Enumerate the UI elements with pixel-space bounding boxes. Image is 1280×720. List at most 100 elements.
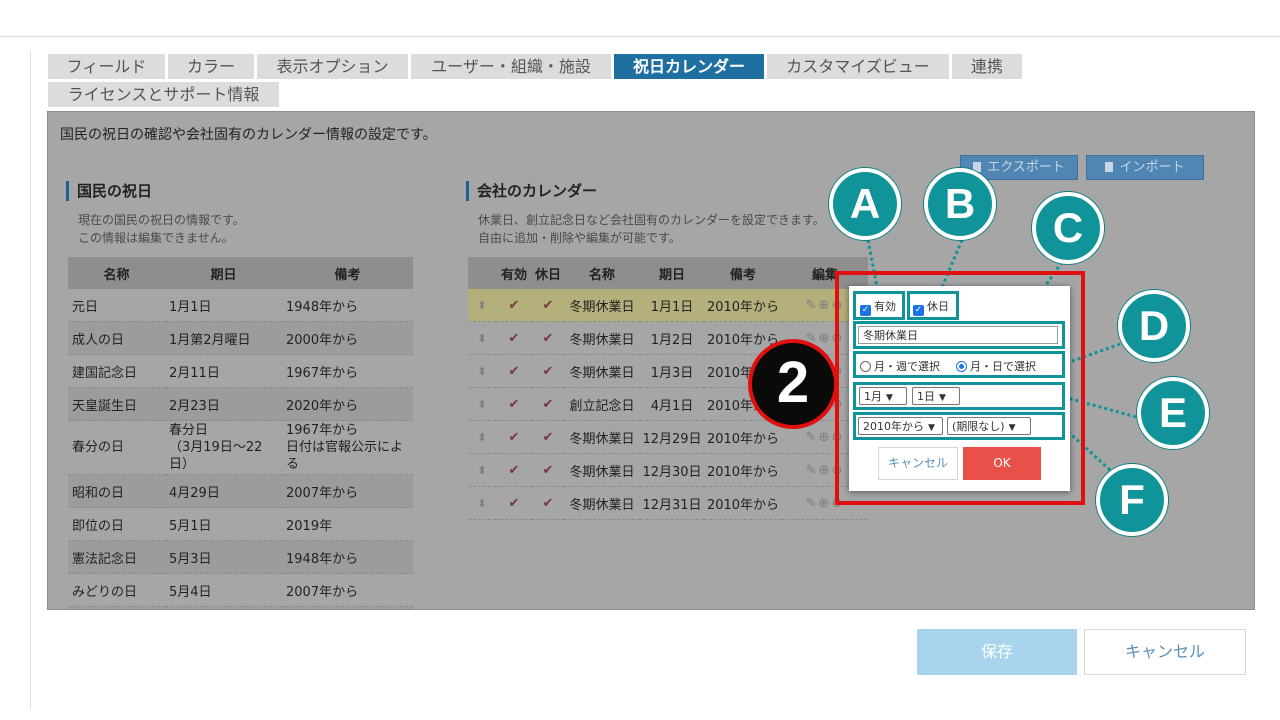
callout-d: D bbox=[1118, 290, 1190, 362]
holiday-date-cell: 2月23日 bbox=[165, 387, 282, 421]
holiday-date-cell: 春分日 （3月19日～22日） bbox=[165, 420, 282, 475]
drag-handle-icon[interactable]: ⬍ bbox=[468, 354, 496, 388]
holiday-check-icon: ✔ bbox=[532, 289, 564, 322]
calendar-name-cell: 冬期休業日 bbox=[564, 354, 640, 388]
tab-integration[interactable]: 連携 bbox=[952, 54, 1022, 79]
table-row: 春分の日 春分日 （3月19日～22日） 1967年から 日付は官報公示による bbox=[68, 420, 413, 475]
callout-box-c bbox=[853, 321, 1065, 349]
holiday-name-cell: 憲法記念日 bbox=[68, 540, 165, 574]
top-divider bbox=[0, 36, 1280, 37]
drag-handle-icon[interactable]: ⬍ bbox=[468, 289, 496, 322]
col-header-holiday: 休日 bbox=[532, 257, 564, 289]
holiday-date-cell: 5月4日 bbox=[165, 573, 282, 607]
holiday-name-cell: 天皇誕生日 bbox=[68, 387, 165, 421]
table-row: ⬍ ✔ ✔ 冬期休業日 12月31日 2010年から ✎⊕⊖ bbox=[468, 486, 868, 520]
calendar-name-cell: 冬期休業日 bbox=[564, 321, 640, 355]
holiday-name-cell: こどもの日 bbox=[68, 606, 165, 609]
col-header-enabled: 有効 bbox=[496, 257, 532, 289]
holiday-date-cell: 5月5日 bbox=[165, 606, 282, 609]
holiday-name-cell: 昭和の日 bbox=[68, 474, 165, 508]
import-icon bbox=[1105, 162, 1114, 172]
enabled-check-icon: ✔ bbox=[496, 486, 532, 520]
calendar-date-cell: 12月31日 bbox=[640, 486, 704, 520]
calendar-note-cell: 2010年から bbox=[704, 289, 782, 322]
holiday-note-cell: 1967年から 日付は官報公示による bbox=[282, 420, 413, 475]
enabled-check-icon: ✔ bbox=[496, 453, 532, 487]
calendar-date-cell: 12月30日 bbox=[640, 453, 704, 487]
holiday-note-cell: 2000年から bbox=[282, 321, 413, 355]
col-header-note: 備考 bbox=[282, 257, 413, 289]
holiday-date-cell: 1月1日 bbox=[165, 289, 282, 322]
tab-color[interactable]: カラー bbox=[168, 54, 254, 79]
import-button[interactable]: インポート bbox=[1086, 155, 1204, 180]
holiday-check-icon: ✔ bbox=[532, 420, 564, 454]
callout-box-e bbox=[853, 382, 1065, 410]
table-row: ⬍ ✔ ✔ 冬期休業日 12月30日 2010年から ✎⊕⊖ bbox=[468, 453, 868, 487]
callout-box-d bbox=[853, 351, 1065, 378]
holiday-note-cell: 2007年から bbox=[282, 474, 413, 508]
enabled-check-icon: ✔ bbox=[496, 289, 532, 322]
settings-tabs: フィールド カラー 表示オプション ユーザー・組織・施設 祝日カレンダー カスタ… bbox=[48, 54, 1038, 110]
holiday-check-icon: ✔ bbox=[532, 321, 564, 355]
calendar-name-cell: 冬期休業日 bbox=[564, 289, 640, 322]
table-row: 天皇誕生日 2月23日 2020年から bbox=[68, 387, 413, 421]
holiday-check-icon: ✔ bbox=[532, 354, 564, 388]
drag-handle-icon[interactable]: ⬍ bbox=[468, 420, 496, 454]
holiday-check-icon: ✔ bbox=[532, 486, 564, 520]
callout-b: B bbox=[924, 168, 996, 240]
panel-intro: 国民の祝日の確認や会社固有のカレンダー情報の設定です。 bbox=[60, 127, 437, 143]
drag-handle-icon[interactable]: ⬍ bbox=[468, 387, 496, 421]
tab-users-orgs[interactable]: ユーザー・組織・施設 bbox=[411, 54, 611, 79]
calendar-date-cell: 1月1日 bbox=[640, 289, 704, 322]
cancel-button[interactable]: キャンセル bbox=[1084, 629, 1246, 675]
holiday-note-cell: 2019年 bbox=[282, 507, 413, 541]
tab-display-options[interactable]: 表示オプション bbox=[257, 54, 408, 79]
tab-custom-view[interactable]: カスタマイズビュー bbox=[767, 54, 949, 79]
holiday-date-cell: 5月3日 bbox=[165, 540, 282, 574]
save-button[interactable]: 保存 bbox=[917, 629, 1077, 675]
holiday-name-cell: 成人の日 bbox=[68, 321, 165, 355]
enabled-check-icon: ✔ bbox=[496, 321, 532, 355]
national-holidays-table: 名称 期日 備考 元日 1月1日 1948年から 成人の日 1月第2月曜日 2000年から… bbox=[68, 257, 413, 609]
callout-box-a bbox=[853, 291, 905, 320]
table-row: こどもの日5月5日1948年から bbox=[68, 606, 413, 609]
calendar-note-cell: 2010年から bbox=[704, 486, 782, 520]
holiday-check-icon: ✔ bbox=[532, 387, 564, 421]
step-number-badge: 2 bbox=[748, 339, 838, 429]
holiday-date-cell: 4月29日 bbox=[165, 474, 282, 508]
table-row: 成人の日 1月第2月曜日 2000年から bbox=[68, 321, 413, 355]
drag-handle-icon[interactable]: ⬍ bbox=[468, 321, 496, 355]
company-desc-1: 休業日、創立記念日など会社固有のカレンダーを設定できます。 bbox=[478, 213, 825, 227]
left-divider bbox=[30, 50, 31, 710]
calendar-date-cell: 1月3日 bbox=[640, 354, 704, 388]
national-holidays-title: 国民の祝日 bbox=[66, 181, 152, 201]
calendar-name-cell: 冬期休業日 bbox=[564, 486, 640, 520]
calendar-date-cell: 4月1日 bbox=[640, 387, 704, 421]
table-row: 昭和の日 4月29日 2007年から bbox=[68, 474, 413, 508]
calendar-date-cell: 12月29日 bbox=[640, 420, 704, 454]
table-row: 元日 1月1日 1948年から bbox=[68, 289, 413, 322]
holiday-date-cell: 1月第2月曜日 bbox=[165, 321, 282, 355]
drag-handle-icon[interactable]: ⬍ bbox=[468, 486, 496, 520]
calendar-name-cell: 冬期休業日 bbox=[564, 453, 640, 487]
holiday-name-cell: 建国記念日 bbox=[68, 354, 165, 388]
calendar-note-cell: 2010年から bbox=[704, 420, 782, 454]
col-header-date: 期日 bbox=[165, 257, 282, 289]
holiday-name-cell: 即位の日 bbox=[68, 507, 165, 541]
holiday-name-cell: 元日 bbox=[68, 289, 165, 322]
company-calendar-title: 会社のカレンダー bbox=[466, 181, 597, 201]
col-header-name: 名称 bbox=[68, 257, 165, 289]
table-row: 憲法記念日 5月3日 1948年から bbox=[68, 540, 413, 574]
table-row: ⬍ ✔ ✔ 冬期休業日 1月1日 2010年から ✎⊕⊖ bbox=[468, 289, 868, 322]
drag-handle-icon[interactable]: ⬍ bbox=[468, 453, 496, 487]
callout-a: A bbox=[829, 168, 901, 240]
enabled-check-icon: ✔ bbox=[496, 354, 532, 388]
tab-holiday-calendar[interactable]: 祝日カレンダー bbox=[614, 54, 764, 79]
callout-f: F bbox=[1096, 464, 1168, 536]
company-desc-2: 自由に追加・削除や編集が可能です。 bbox=[478, 231, 681, 245]
holiday-date-cell: 2月11日 bbox=[165, 354, 282, 388]
holiday-note-cell: 1948年から bbox=[282, 606, 413, 609]
tab-license-support[interactable]: ライセンスとサポート情報 bbox=[48, 82, 279, 107]
tab-field[interactable]: フィールド bbox=[48, 54, 165, 79]
calendar-note-cell: 2010年から bbox=[704, 453, 782, 487]
